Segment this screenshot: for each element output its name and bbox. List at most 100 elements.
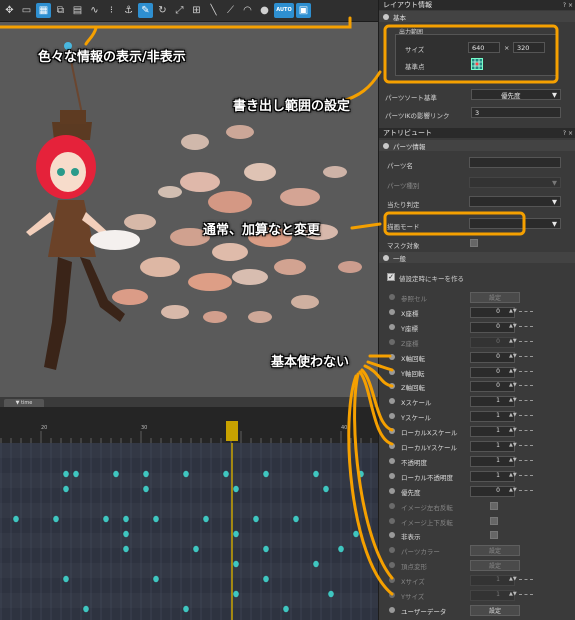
hand-icon[interactable]: ✥: [2, 3, 17, 18]
spin-arrows-icon[interactable]: ▲▼: [509, 427, 517, 433]
auto-key-checkbox[interactable]: ✓: [387, 273, 395, 281]
spin-arrows-icon[interactable]: ▲▼: [509, 412, 517, 418]
attribute-row[interactable]: Z座標 0 ▲▼: [379, 335, 575, 350]
key-dot-icon[interactable]: [389, 338, 395, 345]
curve-icon[interactable]: [519, 385, 533, 387]
attribute-setting-button[interactable]: 設定: [470, 604, 520, 616]
attribute-row[interactable]: X軸回転 0 ▲▼: [379, 350, 575, 365]
ring-icon[interactable]: ◠: [240, 3, 255, 18]
key-dot-icon[interactable]: [389, 308, 395, 315]
key-dot-icon[interactable]: [389, 294, 395, 300]
size-height-input[interactable]: 320: [513, 42, 545, 53]
key-dot-icon[interactable]: [389, 532, 395, 539]
origin-picker-icon[interactable]: [471, 58, 483, 70]
attribute-row[interactable]: ローカルXスケール 1 ▲▼: [379, 424, 575, 439]
size-width-input[interactable]: 640: [468, 42, 500, 53]
attribute-checkbox[interactable]: [490, 501, 498, 510]
parts-name-input[interactable]: [469, 157, 561, 168]
canvas-viewport[interactable]: [0, 22, 378, 397]
curve-icon[interactable]: [519, 370, 533, 373]
attribute-row[interactable]: ローカルYスケール 1 ▲▼: [379, 439, 575, 454]
key-dot-icon[interactable]: [389, 383, 395, 390]
bone-icon[interactable]: ⤢: [172, 3, 187, 18]
spin-arrows-icon[interactable]: ▲▼: [509, 308, 517, 314]
frame-icon[interactable]: ▭: [19, 3, 34, 18]
attribute-row[interactable]: 優先度 0 ▲▼: [379, 484, 575, 499]
section-basic[interactable]: 基本: [379, 11, 575, 22]
curve-icon[interactable]: [519, 445, 533, 447]
parts-sort-select[interactable]: 優先度 ▼: [471, 89, 561, 100]
key-dot-icon[interactable]: [389, 368, 395, 375]
trash-icon[interactable]: ▤: [70, 3, 85, 18]
spin-arrows-icon[interactable]: ▲▼: [509, 487, 517, 493]
key-dot-icon[interactable]: [389, 323, 395, 330]
attribute-row[interactable]: Xサイズ 1 ▲▼: [379, 573, 575, 588]
section-parts-info[interactable]: パーツ情報: [379, 140, 575, 151]
key-dot-icon[interactable]: [389, 577, 395, 584]
curve-icon[interactable]: [519, 489, 533, 492]
pointer-icon[interactable]: ⟋: [223, 3, 238, 18]
key-dot-icon[interactable]: [389, 606, 395, 613]
attribute-row[interactable]: 非表示: [379, 528, 575, 543]
attribute-row[interactable]: Yスケール 1 ▲▼: [379, 409, 575, 424]
curve-icon[interactable]: [519, 430, 533, 432]
key-dot-icon[interactable]: [389, 502, 395, 509]
mask-checkbox[interactable]: [470, 239, 478, 247]
blend-mode-select[interactable]: ▼: [469, 218, 561, 229]
attribute-row[interactable]: イメージ左右反転: [379, 499, 575, 514]
panel-controls[interactable]: ? ×: [563, 2, 573, 9]
attribute-row[interactable]: Y座標 0 ▲▼: [379, 320, 575, 335]
curve-icon[interactable]: [519, 325, 533, 328]
key-dot-icon[interactable]: [389, 562, 395, 569]
spin-arrows-icon[interactable]: ▲▼: [509, 397, 517, 403]
key-dot-icon[interactable]: [389, 487, 395, 494]
pin-icon[interactable]: ✎: [138, 3, 153, 18]
attribute-setting-button[interactable]: 設定: [470, 292, 520, 303]
spin-arrows-icon[interactable]: ▲▼: [509, 457, 517, 463]
attribute-row[interactable]: Z軸回転 0 ▲▼: [379, 379, 575, 394]
attribute-row[interactable]: ローカル不透明度 1 ▲▼: [379, 469, 575, 484]
curve-icon[interactable]: [519, 415, 533, 417]
parts-type-select[interactable]: ▼: [469, 177, 561, 188]
image-icon[interactable]: ▦: [36, 3, 51, 18]
attribute-row[interactable]: X座標 0 ▲▼: [379, 305, 575, 320]
attribute-row[interactable]: 頂点変形 設定: [379, 558, 575, 573]
spin-arrows-icon[interactable]: ▲▼: [509, 368, 517, 374]
curve-icon[interactable]: [519, 355, 533, 358]
window-icon[interactable]: ▣: [296, 3, 311, 18]
key-dot-icon[interactable]: [389, 457, 395, 464]
wave-icon[interactable]: ∿: [87, 3, 102, 18]
spin-arrows-icon[interactable]: ▲▼: [509, 442, 517, 448]
grid-icon[interactable]: ⁝: [104, 3, 119, 18]
key-dot-icon[interactable]: [389, 413, 395, 420]
anchor-icon[interactable]: ⚓: [121, 3, 136, 18]
timeline[interactable]: 20 30 40: [0, 407, 378, 620]
hit-select[interactable]: ▼: [469, 196, 561, 207]
tab-time[interactable]: ▼ time: [4, 399, 44, 407]
key-dot-icon[interactable]: [389, 547, 395, 554]
key-dot-icon[interactable]: [389, 592, 395, 598]
link-icon[interactable]: ↻: [155, 3, 170, 18]
pen-icon[interactable]: ⊞: [189, 3, 204, 18]
spin-arrows-icon[interactable]: ▲▼: [509, 576, 517, 582]
attribute-row[interactable]: Yサイズ 1 ▲▼: [379, 588, 575, 603]
key-dot-icon[interactable]: [389, 472, 395, 479]
curve-icon[interactable]: [519, 400, 533, 402]
timeline-tracks[interactable]: [0, 443, 378, 620]
lock-icon[interactable]: ●: [257, 3, 272, 18]
attribute-row[interactable]: ユーザーデータ 設定: [379, 603, 575, 618]
curve-icon[interactable]: [519, 310, 533, 313]
spin-arrows-icon[interactable]: ▲▼: [509, 338, 517, 344]
key-dot-icon[interactable]: [389, 353, 395, 360]
curve-icon[interactable]: [519, 594, 533, 596]
attribute-row[interactable]: Y軸回転 0 ▲▼: [379, 365, 575, 380]
attribute-row[interactable]: Xスケール 1 ▲▼: [379, 394, 575, 409]
curve-icon[interactable]: [519, 579, 533, 581]
attribute-setting-button[interactable]: 設定: [470, 560, 520, 572]
attribute-row[interactable]: パーツカラー 設定: [379, 543, 575, 558]
attribute-checkbox[interactable]: [490, 531, 498, 540]
auto-icon[interactable]: AUTO: [274, 3, 294, 18]
attribute-setting-button[interactable]: 設定: [470, 545, 520, 557]
curve-icon[interactable]: [519, 340, 533, 343]
spin-arrows-icon[interactable]: ▲▼: [509, 472, 517, 478]
